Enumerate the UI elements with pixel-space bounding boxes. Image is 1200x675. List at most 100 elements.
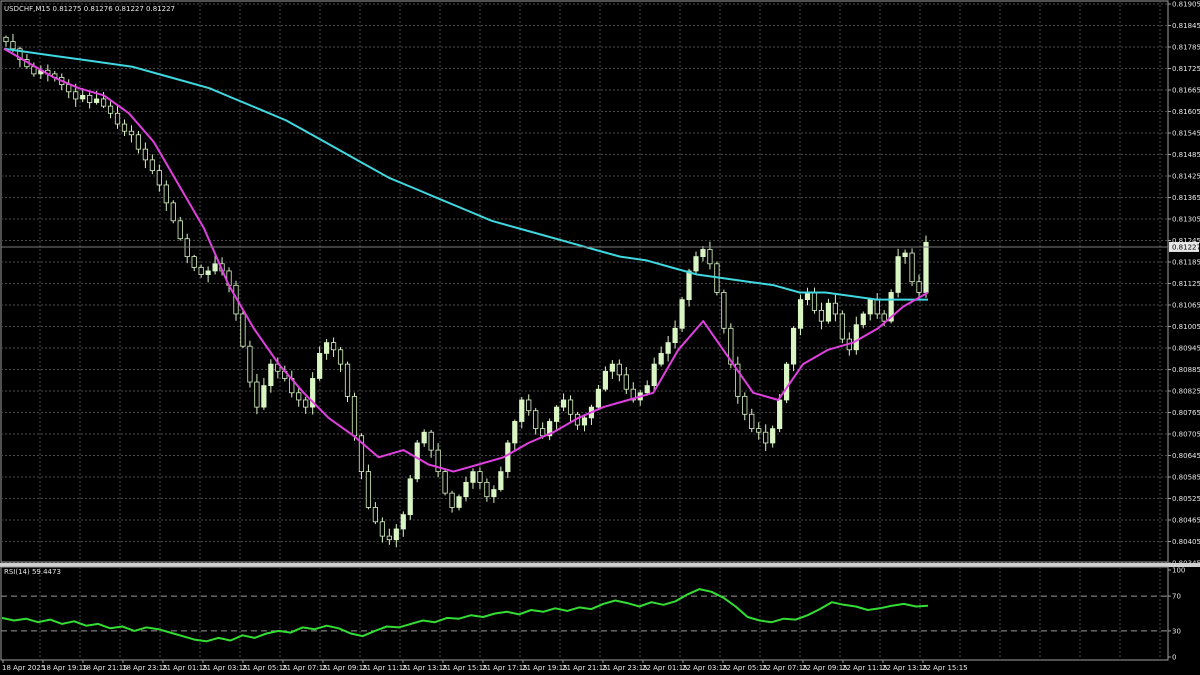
candle — [3, 36, 9, 43]
y-tick-label: 0.81365 — [1172, 194, 1200, 202]
candle — [191, 256, 197, 268]
candle — [240, 313, 246, 347]
y-tick-label: 0.80885 — [1172, 366, 1200, 374]
candle — [881, 313, 887, 322]
candle — [763, 431, 769, 444]
candle — [512, 421, 518, 444]
x-tick-label: 18 Apr 23:15 — [122, 664, 168, 672]
x-tick-label: 18 Apr 19:15 — [42, 664, 88, 672]
candle — [609, 363, 615, 372]
candle — [261, 385, 267, 408]
chart-canvas[interactable]: 0.81905 0.81845 0.81785 0.81725 0.81665 0.816… — [0, 0, 1200, 675]
candle — [595, 388, 602, 408]
candle — [107, 105, 114, 114]
y-tick-label: 0.81845 — [1172, 22, 1200, 30]
candle — [616, 363, 622, 376]
candle — [330, 342, 337, 351]
candle — [142, 148, 148, 161]
y-tick-label: 0.80765 — [1172, 409, 1200, 417]
candle — [560, 399, 567, 408]
rsi-tick-label: 100 — [1172, 567, 1185, 575]
y-tick-label: 0.81065 — [1172, 302, 1200, 310]
y-tick-label: 0.81725 — [1172, 65, 1200, 73]
candle — [804, 292, 811, 301]
y-tick-label: 0.80945 — [1172, 345, 1200, 353]
candle — [121, 123, 128, 132]
x-tick-label: 21 Apr 03:15 — [202, 664, 248, 672]
x-tick-label: 22 Apr 03:15 — [682, 664, 728, 672]
candle — [533, 410, 539, 430]
y-tick-label: 0.80465 — [1172, 517, 1200, 525]
candle — [94, 98, 100, 103]
x-tick-label: 21 Apr 09:15 — [322, 664, 368, 672]
candle — [442, 471, 448, 494]
x-tick-label: 21 Apr 05:15 — [242, 664, 288, 672]
candle — [128, 130, 135, 136]
current-price-label: 0.81227 — [1172, 243, 1200, 251]
candle — [567, 399, 574, 415]
rsi-tick-label: 30 — [1172, 627, 1181, 635]
rsi-tick-label: 70 — [1172, 593, 1181, 601]
candle — [407, 478, 413, 516]
candle — [317, 352, 323, 379]
candle — [351, 395, 358, 437]
y-tick-label: 0.80645 — [1172, 452, 1200, 460]
candle — [707, 249, 713, 265]
x-tick-label: 21 Apr 19:15 — [522, 664, 568, 672]
x-tick-label: 22 Apr 15:15 — [922, 664, 968, 672]
candle — [421, 431, 427, 444]
candle — [80, 94, 86, 100]
rsi-levels — [1, 595, 1168, 632]
pane-splitter[interactable] — [0, 563, 1200, 567]
candle — [902, 252, 908, 258]
x-tick-label: 21 Apr 15:15 — [442, 664, 488, 672]
price-axis: 0.81905 0.81845 0.81785 0.81725 0.81665 0.816… — [1168, 1, 1200, 568]
y-tick-label: 0.81425 — [1172, 173, 1200, 181]
y-tick-label: 0.80825 — [1172, 388, 1200, 396]
x-tick-label: 22 Apr 01:15 — [642, 664, 688, 672]
candle — [10, 41, 16, 50]
rsi-line — [1, 588, 929, 643]
candle — [867, 299, 873, 315]
candle — [811, 292, 818, 311]
x-tick-label: 21 Apr 21:15 — [562, 664, 608, 672]
candle — [205, 270, 211, 275]
rsi-series — [1, 588, 929, 643]
x-tick-label: 22 Apr 09:15 — [802, 664, 848, 672]
candle — [498, 471, 504, 490]
candle — [895, 256, 901, 293]
candle — [393, 528, 399, 541]
candle — [658, 352, 664, 365]
candle — [756, 428, 762, 433]
candle — [651, 363, 657, 387]
y-tick-label: 0.81305 — [1172, 216, 1200, 224]
candle — [135, 134, 142, 150]
candle — [268, 363, 274, 387]
candle — [825, 302, 832, 322]
candle — [554, 406, 560, 422]
y-tick-label: 0.81665 — [1172, 87, 1200, 95]
symbol-info-label: USDCHF,M15 0.81275 0.81276 0.81227 0.812… — [4, 5, 175, 13]
candle — [449, 492, 455, 508]
x-tick-label: 18 Apr 2025 — [2, 664, 45, 672]
candle — [400, 514, 406, 530]
rsi-tick-label: 0 — [1172, 654, 1176, 662]
candle — [540, 428, 546, 437]
candle — [163, 184, 169, 204]
x-tick-label: 18 Apr 21:15 — [82, 664, 128, 672]
y-tick-label: 0.81125 — [1172, 280, 1200, 288]
candle — [665, 342, 671, 354]
candle — [832, 302, 838, 315]
candle — [491, 489, 497, 498]
trading-chart-window[interactable]: 0.81905 0.81845 0.81785 0.81725 0.81665 0.816… — [0, 0, 1200, 675]
rsi-pane[interactable]: 100 70 30 0 RSI(14) 59.4473 — [0, 566, 1185, 662]
candle — [386, 535, 392, 541]
price-pane[interactable]: 0.81905 0.81845 0.81785 0.81725 0.81665 0.816… — [0, 0, 1200, 568]
candle — [693, 256, 699, 272]
candle — [777, 399, 783, 430]
x-tick-label: 22 Apr 13:15 — [882, 664, 928, 672]
candle — [519, 399, 525, 422]
y-tick-label: 0.81485 — [1172, 151, 1200, 159]
y-tick-label: 0.81905 — [1172, 1, 1200, 9]
y-tick-label: 0.80705 — [1172, 431, 1200, 439]
